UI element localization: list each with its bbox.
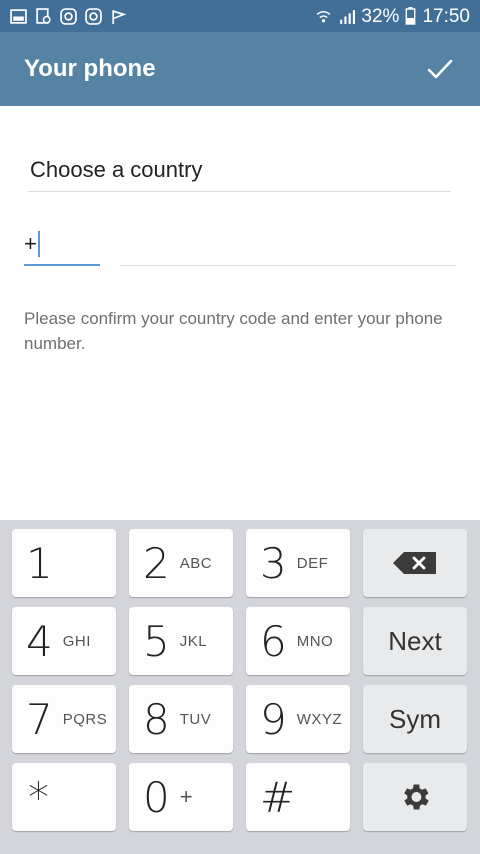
country-selector-label: Choose a country [30,156,203,182]
hint-text: Please confirm your country code and ent… [24,309,443,353]
settings-key[interactable] [363,763,467,831]
battery-percent: 32% [361,5,400,27]
checkmark-icon [427,59,453,79]
key-hash[interactable]: # [246,763,350,831]
key-7[interactable]: 7 PQRS [12,685,116,753]
flag-icon [112,9,127,24]
battery-icon [406,7,416,25]
sym-key[interactable]: Sym [363,685,467,753]
country-code-input[interactable]: + [24,224,100,266]
numeric-keyboard: 1 2 ABC 3 DEF 4 GHI 5 JKL 6 MNO Next 7 P… [0,520,480,854]
key-0[interactable]: 0 + [129,763,233,831]
document-icon [36,7,51,24]
key-5[interactable]: 5 JKL [129,607,233,675]
signal-icon [340,9,356,24]
instagram-icon [60,7,77,25]
gear-icon [404,784,429,810]
confirm-button[interactable] [424,53,456,85]
gallery-icon [10,8,27,24]
app-bar: Your phone [0,32,480,106]
country-code-value: + [24,231,37,256]
phone-number-input[interactable] [120,224,456,266]
key-6[interactable]: 6 MNO [246,607,350,675]
backspace-key[interactable] [363,529,467,597]
key-3[interactable]: 3 DEF [246,529,350,597]
page-title: Your phone [24,55,156,82]
wifi-icon [317,10,331,22]
key-1[interactable]: 1 [12,529,116,597]
key-4[interactable]: 4 GHI [12,607,116,675]
key-2[interactable]: 2 ABC [129,529,233,597]
next-key[interactable]: Next [363,607,467,675]
instagram-icon [85,7,102,25]
text-cursor [37,231,40,257]
status-bar: 32% 17:50 [0,0,480,32]
clock: 17:50 [422,5,470,27]
key-star[interactable]: * [12,763,116,831]
key-9[interactable]: 9 WXYZ [246,685,350,753]
country-selector[interactable]: Choose a country [28,148,451,192]
key-8[interactable]: 8 TUV [129,685,233,753]
backspace-icon [393,552,436,574]
